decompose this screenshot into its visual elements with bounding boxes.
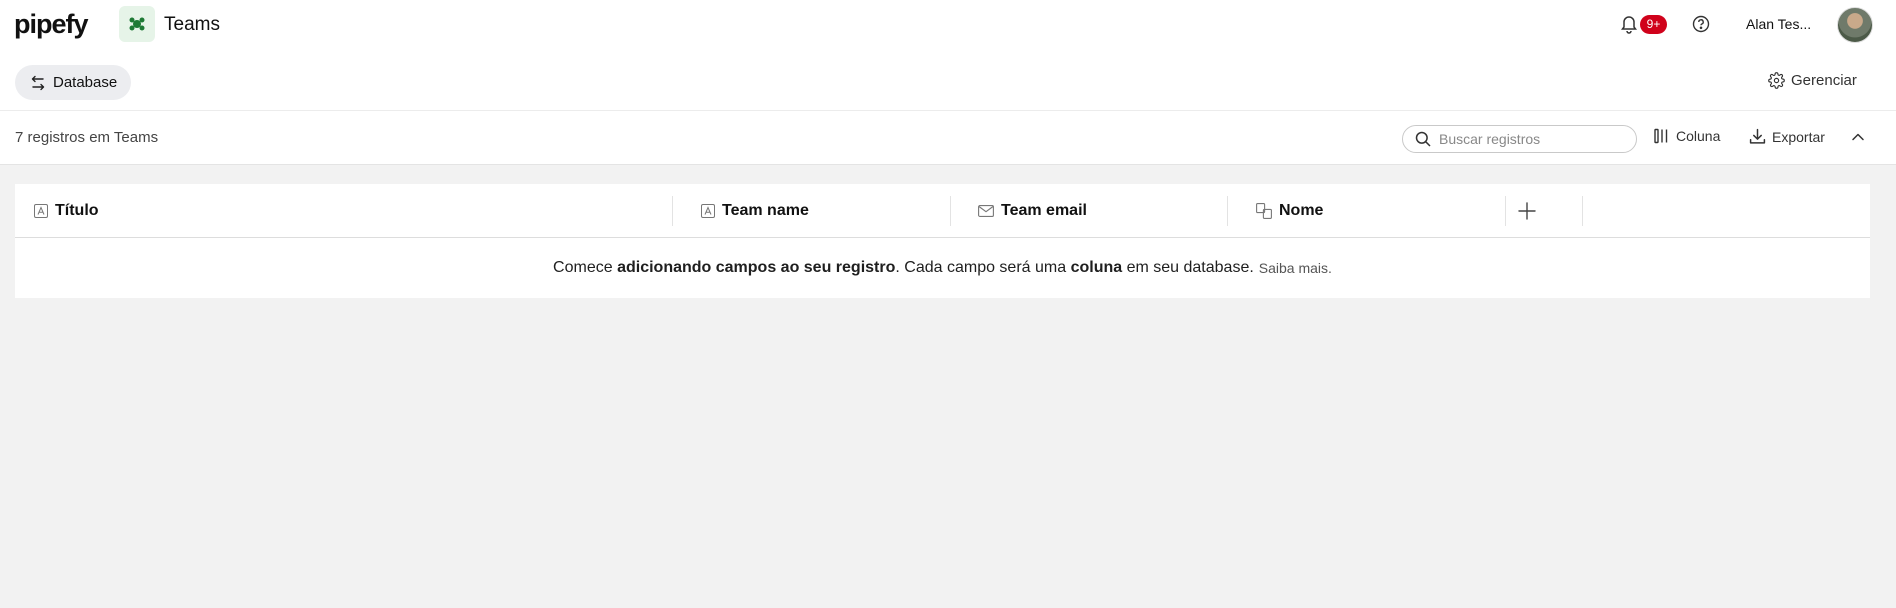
records-toolbar: 7 registros em Teams Coluna Exportar [0,110,1896,165]
column-button-label: Coluna [1676,128,1721,144]
empty-text: Comece [553,259,618,276]
user-avatar[interactable] [1837,7,1873,43]
column-header-nome[interactable]: Nome [1256,184,1323,238]
columns-icon [1654,128,1668,144]
search-box[interactable] [1402,125,1637,153]
column-header-label: Nome [1279,202,1324,219]
column-header-label: Team name [722,202,809,219]
column-divider [1582,196,1583,226]
text-field-icon [701,204,715,218]
connection-field-icon [1256,203,1272,219]
column-divider[interactable] [950,196,951,226]
column-divider[interactable] [1505,196,1506,226]
manage-button-label: Gerenciar [1791,72,1857,89]
empty-text: . Cada campo será uma [895,259,1071,276]
database-title: Teams [164,14,220,35]
records-table: Título Team name Team email Nome Comece … [15,184,1870,298]
column-divider[interactable] [672,196,673,226]
sub-bar: Database Gerenciar [0,50,1896,110]
swap-arrows-icon [31,75,45,90]
email-field-icon [978,205,994,217]
column-button[interactable]: Coluna [1654,128,1720,144]
record-count: 7 registros em Teams [15,129,159,146]
export-button[interactable]: Exportar [1749,128,1825,145]
notification-badge[interactable]: 9+ [1640,15,1667,34]
gear-icon [1768,72,1785,89]
column-header-team-name[interactable]: Team name [701,184,809,238]
database-button-label: Database [53,74,118,91]
download-icon [1749,128,1766,144]
empty-state-message: Comece adicionando campos ao seu registr… [15,238,1870,298]
empty-text: em seu database. [1122,259,1254,276]
column-header-label: Team email [1001,202,1087,219]
export-button-label: Exportar [1772,128,1825,145]
help-icon[interactable] [1692,15,1710,38]
database-switch-button[interactable]: Database [15,65,132,100]
add-column-icon[interactable] [1517,201,1537,221]
top-bar: pipefy Teams 9+ Alan Tes... [0,0,1896,50]
chevron-up-icon[interactable] [1851,130,1865,149]
column-divider[interactable] [1227,196,1228,226]
text-field-icon [34,204,48,218]
table-header: Título Team name Team email Nome [15,184,1870,238]
empty-text-bold: adicionando campos ao seu registro [617,259,896,276]
pipefy-logo[interactable]: pipefy [14,9,89,40]
column-header-titulo[interactable]: Título [34,184,99,238]
column-header-team-email[interactable]: Team email [978,184,1087,238]
learn-more-link[interactable]: Saiba mais. [1259,260,1332,276]
empty-text-bold: coluna [1070,259,1123,276]
user-name[interactable]: Alan Tes... [1746,16,1811,32]
search-icon [1415,131,1431,147]
database-icon [119,6,155,42]
search-input[interactable] [1439,131,1619,147]
bell-icon[interactable] [1620,14,1638,39]
column-header-label: Título [55,202,99,219]
manage-button[interactable]: Gerenciar [1768,72,1857,89]
